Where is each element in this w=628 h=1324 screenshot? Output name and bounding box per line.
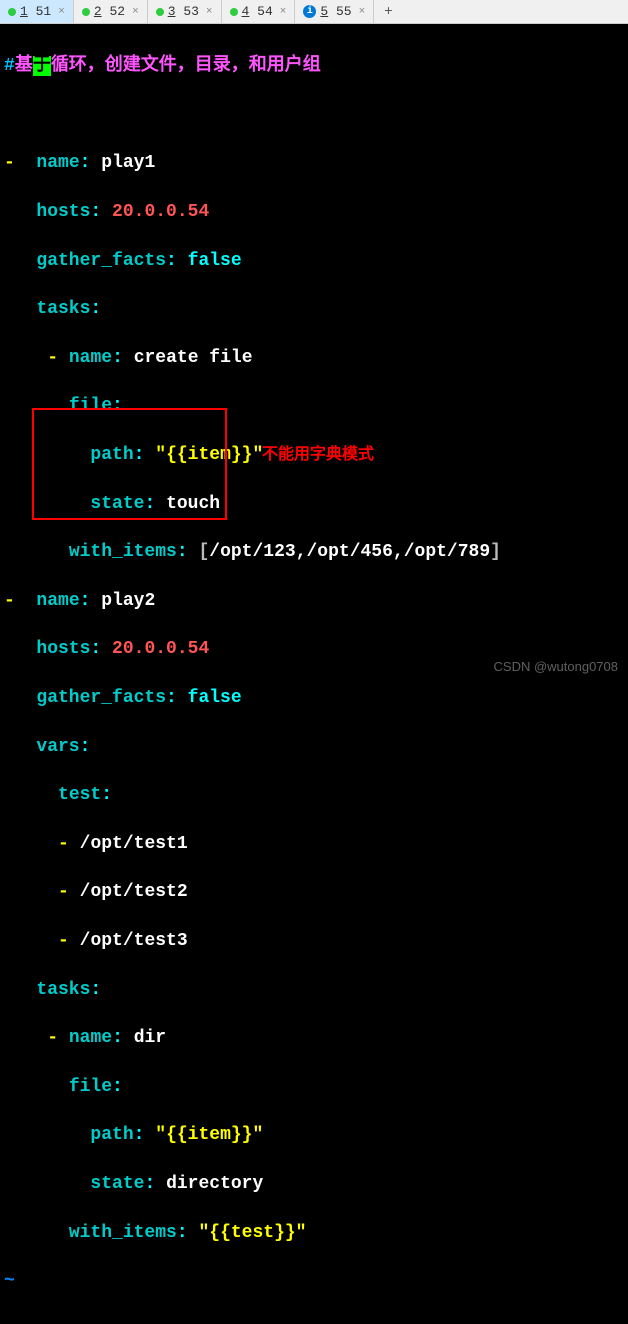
close-icon[interactable]: ×: [206, 6, 213, 18]
comment-line: #基于循环，创建文件，目录，和用户组: [4, 54, 624, 78]
tab-label: 53: [183, 4, 199, 19]
code-line: with_items: "{{test}}": [4, 1221, 624, 1245]
code-line: vars:: [4, 735, 624, 759]
code-line: with_items: [/opt/123,/opt/456,/opt/789]: [4, 540, 624, 564]
status-dot-icon: [8, 8, 16, 16]
code-line: file:: [4, 1075, 624, 1099]
close-icon[interactable]: ×: [280, 6, 287, 18]
tab-2[interactable]: 2 52 ×: [74, 0, 148, 23]
code-line: - /opt/test1: [4, 832, 624, 856]
code-line: ~: [4, 1269, 624, 1293]
tab-num: 1: [20, 4, 28, 19]
watermark: CSDN @wutong0708: [494, 659, 618, 674]
tab-num: 4: [242, 4, 250, 19]
tab-1[interactable]: 1 51 ×: [0, 0, 74, 23]
status-dot-icon: [156, 8, 164, 16]
info-icon: i: [303, 5, 316, 18]
status-dot-icon: [82, 8, 90, 16]
code-line: gather_facts: false: [4, 686, 624, 710]
annotation-text: 不能用字典模式: [262, 440, 374, 464]
tab-5[interactable]: i 5 55 ×: [295, 0, 374, 23]
code-line: gather_facts: false: [4, 249, 624, 273]
tab-num: 3: [168, 4, 176, 19]
code-line: - /opt/test3: [4, 929, 624, 953]
tab-num: 2: [94, 4, 102, 19]
new-tab-button[interactable]: +: [374, 2, 402, 22]
code-line: - name: create file: [4, 346, 624, 370]
tab-3[interactable]: 3 53 ×: [148, 0, 222, 23]
tab-label: 51: [36, 4, 52, 19]
cursor: 于: [33, 56, 51, 76]
code-line: file:: [4, 394, 624, 418]
code-line: state: directory: [4, 1172, 624, 1196]
tab-4[interactable]: 4 54 ×: [222, 0, 296, 23]
close-icon[interactable]: ×: [132, 6, 139, 18]
code-line: test:: [4, 783, 624, 807]
close-icon[interactable]: ×: [58, 6, 65, 18]
code-line: - name: play1: [4, 151, 624, 175]
code-line: state: touch: [4, 492, 624, 516]
tab-num: 5: [320, 4, 328, 19]
tab-bar: 1 51 × 2 52 × 3 53 × 4 54 × i 5 55 × +: [0, 0, 628, 24]
code-line: - name: play2: [4, 589, 624, 613]
code-line: tasks:: [4, 297, 624, 321]
tab-label: 52: [109, 4, 125, 19]
code-line: path: "{{item}}": [4, 1123, 624, 1147]
code-line: - /opt/test2: [4, 880, 624, 904]
code-line: hosts: 20.0.0.54: [4, 200, 624, 224]
code-line: - name: dir: [4, 1026, 624, 1050]
tab-label: 54: [257, 4, 273, 19]
close-icon[interactable]: ×: [359, 6, 366, 18]
tab-label: 55: [336, 4, 352, 19]
code-line: tasks:: [4, 978, 624, 1002]
status-dot-icon: [230, 8, 238, 16]
